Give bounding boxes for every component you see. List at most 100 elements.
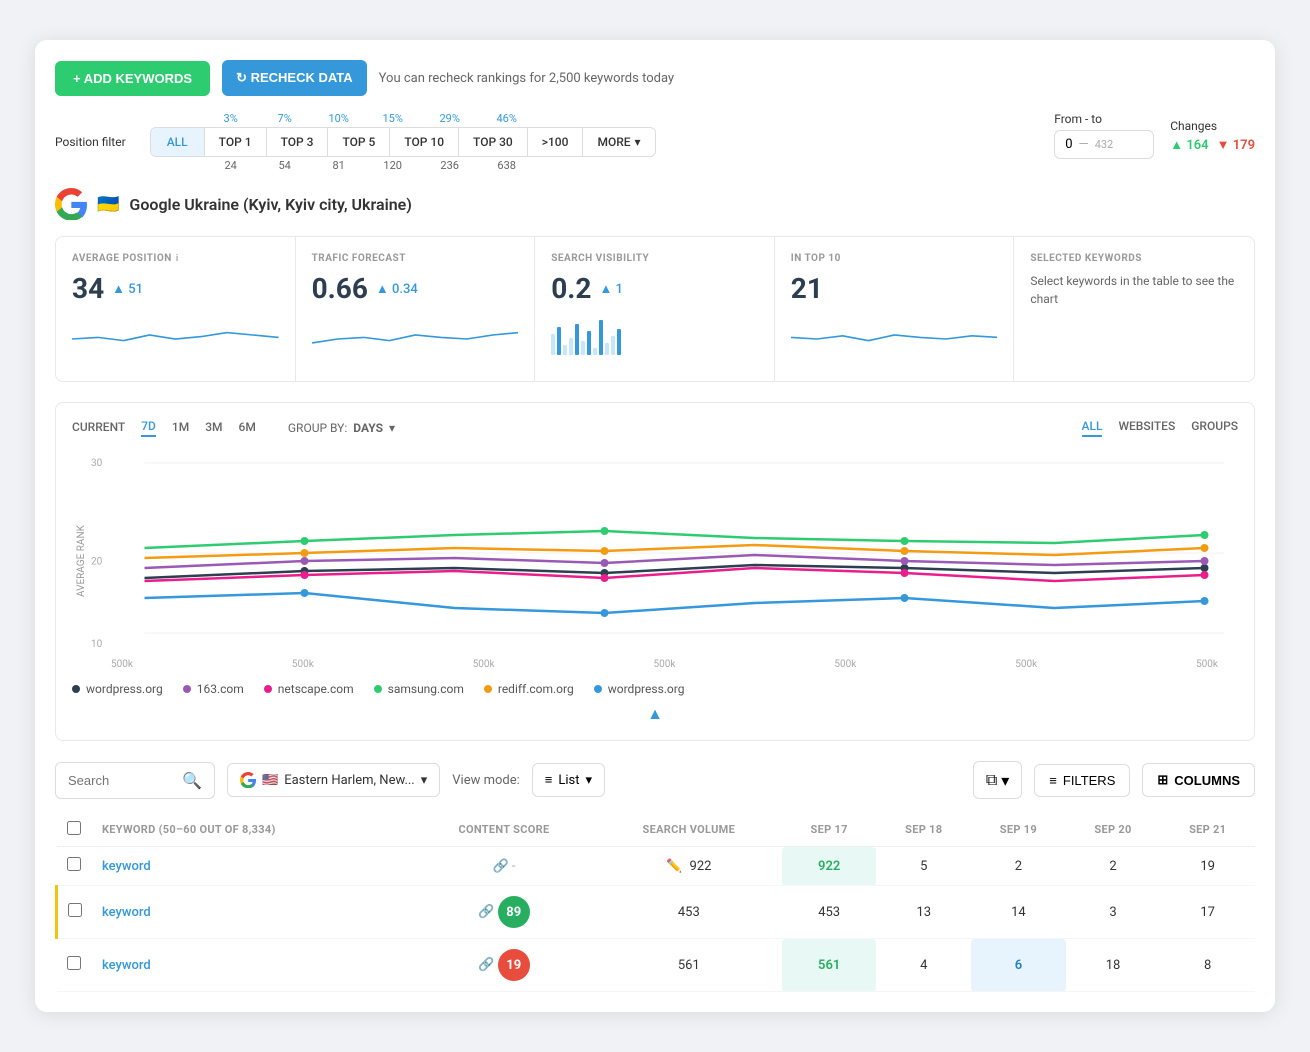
select-all-checkbox[interactable] — [67, 821, 81, 835]
selected-keywords-label: SELECTED KEYWORDS — [1030, 253, 1238, 264]
filters-label: FILTERS — [1063, 773, 1116, 788]
chart-section: CURRENT 7D 1M 3M 6M GROUP BY: DAYS ▾ ALL… — [55, 402, 1255, 741]
th-sep19: SEP 19 — [971, 813, 1066, 847]
from-to-label: From - to — [1054, 112, 1154, 126]
row1-edit-icon[interactable]: ✏️ — [666, 859, 682, 874]
y-tick-10: 10 — [91, 639, 102, 650]
row3-sep21: 8 — [1160, 939, 1255, 992]
traffic-label: TRAFIC FORECAST — [312, 253, 519, 264]
filter-tab-all[interactable]: ALL — [151, 128, 205, 156]
filter-tab-top1[interactable]: TOP 1 — [205, 128, 267, 156]
th-sep20: SEP 20 — [1066, 813, 1161, 847]
recheck-info-text: You can recheck rankings for 2,500 keywo… — [379, 71, 674, 86]
google-small-icon — [240, 772, 256, 788]
count-top5: 81 — [312, 159, 366, 172]
google-logo-icon — [55, 188, 87, 220]
legend-dot-wordpress1 — [72, 685, 80, 693]
copy-icon: ⧉ — [986, 770, 997, 790]
visibility-change: ▲ 1 — [599, 281, 623, 297]
row3-checkbox[interactable] — [67, 956, 81, 970]
filters-icon: ≡ — [1049, 773, 1057, 788]
from-to-input[interactable]: 0 — 432 — [1054, 130, 1154, 159]
row1-sep20: 2 — [1066, 847, 1161, 886]
row2-sep21: 17 — [1160, 886, 1255, 939]
count-100: 638 — [480, 159, 534, 172]
search-input-wrapper[interactable]: 🔍 — [55, 762, 215, 799]
row1-search-volume: ✏️ 922 — [596, 847, 782, 886]
row2-keyword: keyword — [92, 886, 412, 939]
th-content-score: CONTENT SCORE — [412, 813, 595, 847]
add-keywords-button[interactable]: + ADD KEYWORDS — [55, 61, 210, 96]
row2-search-volume: 453 — [596, 886, 782, 939]
th-search-volume: SEARCH VOLUME — [596, 813, 782, 847]
row2-checkbox[interactable] — [68, 903, 82, 917]
row3-sep18: 4 — [876, 939, 971, 992]
legend-label-netscape: netscape.com — [278, 682, 354, 696]
chart-collapse-button[interactable]: ▲ — [72, 704, 1238, 724]
row1-content-score: 🔗 - — [412, 847, 595, 886]
metric-cards: AVERAGE POSITION i 34 ▲ 51 TRAFIC FORECA… — [55, 236, 1255, 382]
legend-label-rediff: rediff.com.org — [498, 682, 574, 696]
period-1m[interactable]: 1M — [172, 420, 189, 436]
view-mode-chevron-icon: ▾ — [586, 773, 593, 788]
view-tab-all[interactable]: ALL — [1082, 419, 1103, 437]
count-top1: 24 — [204, 159, 258, 172]
traffic-chart — [312, 315, 519, 365]
filter-tab-top10[interactable]: TOP 10 — [390, 128, 459, 156]
period-3m[interactable]: 3M — [205, 420, 222, 436]
filter-tab-top5[interactable]: TOP 5 — [328, 128, 390, 156]
row2-checkbox-cell — [57, 886, 93, 939]
row3-content-score: 🔗 19 — [412, 939, 595, 992]
ukraine-flag-icon: 🇺🇦 — [97, 194, 119, 215]
collapse-icon: ▲ — [647, 704, 663, 724]
pct-top1: 3% — [204, 112, 258, 125]
row2-content-score: 🔗 89 — [412, 886, 595, 939]
chart-y-label: AVERAGE RANK — [72, 453, 91, 670]
count-top30: 236 — [420, 159, 480, 172]
filters-button[interactable]: ≡ FILTERS — [1034, 764, 1130, 797]
row2-sep17: 453 — [782, 886, 877, 939]
legend-label-163: 163.com — [197, 682, 244, 696]
row1-checkbox-cell — [57, 847, 93, 886]
search-input[interactable] — [68, 773, 174, 788]
th-sep18: SEP 18 — [876, 813, 971, 847]
from-to-value: 0 — [1065, 137, 1072, 152]
columns-icon: ⊞ — [1157, 772, 1168, 788]
avg-position-chart — [72, 315, 279, 365]
legend-dot-samsung — [374, 685, 382, 693]
columns-button[interactable]: ⊞ COLUMNS — [1142, 763, 1255, 797]
from-to-max: 432 — [1095, 138, 1114, 151]
metric-card-avg-position: AVERAGE POSITION i 34 ▲ 51 — [56, 237, 296, 381]
row3-sep19: 6 — [971, 939, 1066, 992]
top10-value: 21 — [791, 272, 823, 305]
search-icon: 🔍 — [182, 771, 202, 790]
location-selector[interactable]: 🇺🇸 Eastern Harlem, New... ▾ — [227, 763, 440, 797]
recheck-data-button[interactable]: ↻ RECHECK DATA — [222, 60, 367, 96]
count-top10: 120 — [366, 159, 420, 172]
row1-checkbox[interactable] — [67, 857, 81, 871]
filter-tab-top30[interactable]: TOP 30 — [459, 128, 528, 156]
period-7d[interactable]: 7D — [141, 419, 156, 437]
view-mode-selector[interactable]: ≡ List ▾ — [532, 763, 605, 797]
view-tab-websites[interactable]: WEBSITES — [1118, 419, 1175, 437]
period-6m[interactable]: 6M — [239, 420, 256, 436]
row1-sep18: 5 — [876, 847, 971, 886]
row3-link-icon[interactable]: 🔗 — [478, 958, 494, 973]
legend-label-wordpress1: wordpress.org — [86, 682, 163, 696]
view-tab-groups[interactable]: GROUPS — [1191, 419, 1238, 437]
legend-item-netscape: netscape.com — [264, 682, 354, 696]
main-chart-svg — [91, 453, 1238, 653]
legend-item-163: 163.com — [183, 682, 244, 696]
row2-link-icon[interactable]: 🔗 — [478, 905, 494, 920]
row1-link-icon[interactable]: 🔗 — [492, 859, 508, 874]
row1-sep21: 19 — [1160, 847, 1255, 886]
group-by-selector[interactable]: GROUP BY: DAYS ▾ — [288, 421, 395, 435]
pct-top5: 10% — [312, 112, 366, 125]
changes-up: ▲ 164 — [1170, 137, 1208, 153]
period-current[interactable]: CURRENT — [72, 420, 125, 436]
copy-button[interactable]: ⧉ ▾ — [973, 761, 1022, 799]
filter-tab-top3[interactable]: TOP 3 — [267, 128, 329, 156]
filter-tab-more[interactable]: MORE ▾ — [583, 128, 654, 156]
filter-tab-100[interactable]: >100 — [528, 128, 584, 156]
count-top3: 54 — [258, 159, 312, 172]
